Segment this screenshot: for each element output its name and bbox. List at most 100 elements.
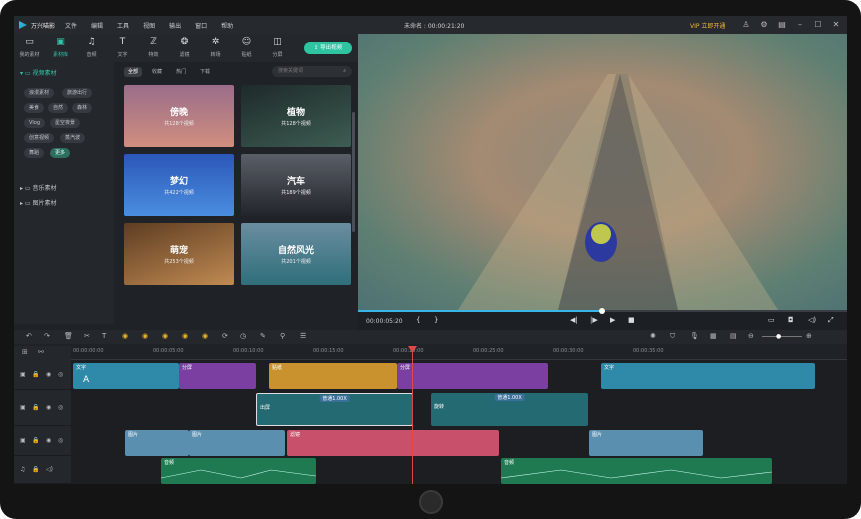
color-icon[interactable]: ◉ [162, 332, 168, 340]
tag-food[interactable]: 美食 [24, 103, 45, 113]
zoom-out-icon[interactable]: ⊖ [748, 332, 754, 340]
subtitle-icon[interactable]: ▤ [730, 332, 737, 340]
tree-image[interactable]: ▸ ▭ 图片素材 [20, 198, 57, 207]
playback-progress[interactable] [358, 308, 847, 314]
menu-file[interactable]: 文件 [65, 21, 77, 30]
tag-romance[interactable]: 浪漫素材 [24, 88, 55, 98]
eye-icon[interactable]: ◎ [58, 371, 63, 378]
tool-filter[interactable]: ❂ 滤镜 [169, 34, 200, 62]
tab-popular[interactable]: 热门 [172, 67, 190, 77]
menu-tools[interactable]: 工具 [117, 21, 129, 30]
snapshot-icon[interactable]: ◘ [788, 316, 794, 324]
tree-music[interactable]: ▸ ▭ 音乐素材 [20, 183, 57, 192]
save-icon[interactable]: ▤ [777, 20, 787, 30]
zoom-slider-knob[interactable]: ● [776, 333, 781, 340]
rotate-icon[interactable]: ⟳ [222, 332, 228, 340]
media-card[interactable]: 梦幻 共422个视频 [124, 154, 234, 216]
zoom-slider[interactable] [762, 336, 802, 337]
tag-starry[interactable]: 星空夜景 [50, 118, 81, 128]
zoom-in-icon[interactable]: ⊕ [806, 332, 812, 340]
volume-icon[interactable]: ◁) [808, 316, 816, 324]
timeline-clip[interactable]: 普通1.00X 出屏 [256, 393, 413, 426]
add-track-icon[interactable]: ⊞ [22, 348, 28, 356]
tag-more[interactable]: 更多 [50, 148, 71, 158]
tool-text[interactable]: T 文字 [107, 34, 138, 62]
search-input[interactable]: 搜索关键词 ⌕ [272, 66, 352, 77]
link-icon[interactable]: ⚯ [38, 348, 44, 356]
tab-downloads[interactable]: 下载 [196, 67, 214, 77]
animation-icon[interactable]: ◉ [182, 332, 188, 340]
mic-icon[interactable]: 🎙 [690, 332, 699, 340]
timeline-clip[interactable]: 音频 [161, 458, 316, 484]
media-card[interactable]: 自然风光 共201个视频 [241, 223, 351, 285]
maximize-icon[interactable]: ☐ [813, 20, 823, 30]
lock-icon[interactable]: 🔒 [32, 437, 39, 444]
tag-forest[interactable]: 森林 [72, 103, 93, 113]
mute-icon[interactable]: ◉ [46, 404, 51, 411]
tool-effects[interactable]: ℤ 特效 [138, 34, 169, 62]
eye-icon[interactable]: ◎ [58, 404, 63, 411]
tool-audio[interactable]: ♫ 音频 [76, 34, 107, 62]
eye-icon[interactable]: ◎ [58, 437, 63, 444]
redo-icon[interactable]: ↷ [44, 332, 50, 340]
menu-edit[interactable]: 编辑 [91, 21, 103, 30]
lock-icon[interactable]: 🔒 [32, 466, 39, 473]
mask-icon[interactable]: ◉ [202, 332, 208, 340]
tool-splitscreen[interactable]: ◫ 分屏 [262, 34, 293, 62]
timeline-clip[interactable]: 普通1.00X 旋转 [431, 393, 588, 426]
tag-vlog[interactable]: Vlog [24, 118, 46, 128]
timeline-clip[interactable]: 分屏 [179, 363, 256, 389]
tag-nature[interactable]: 自然 [48, 103, 69, 113]
crop-icon[interactable]: ◉ [142, 332, 148, 340]
tag-dance[interactable]: 舞蹈 [24, 148, 45, 158]
mute-icon[interactable]: ◉ [46, 371, 51, 378]
play-icon[interactable]: ▶ [610, 316, 615, 324]
settings-icon[interactable]: ⚙ [759, 20, 769, 30]
fullscreen-icon[interactable]: ⤢ [828, 316, 834, 325]
timeline-clip[interactable]: 文字 A [73, 363, 179, 389]
timeline-playhead[interactable] [408, 346, 417, 484]
menu-help[interactable]: 帮助 [221, 21, 233, 30]
prev-frame-icon[interactable]: ◀| [570, 316, 578, 324]
media-scrollbar[interactable] [352, 112, 355, 232]
tool-sticker[interactable]: ☺ 贴纸 [231, 34, 262, 62]
tab-all[interactable]: 全部 [124, 67, 143, 77]
user-icon[interactable]: ♙ [741, 20, 751, 30]
menu-view[interactable]: 视图 [143, 21, 155, 30]
tag-creative[interactable]: 创意视频 [24, 133, 55, 143]
tool-transition[interactable]: ✲ 转场 [200, 34, 231, 62]
timeline-clip[interactable]: 贴纸 [269, 363, 397, 389]
lock-icon[interactable]: 🔒 [32, 371, 39, 378]
audio-edit-icon[interactable]: ⚲ [280, 332, 285, 340]
timeline-clip[interactable]: 图片 [589, 430, 703, 456]
media-card[interactable]: 汽车 共189个视频 [241, 154, 351, 216]
vip-button[interactable]: VIP 立即开通 [690, 21, 725, 30]
adjust-icon[interactable]: ☰ [300, 332, 306, 340]
delete-icon[interactable]: 🗑 [64, 332, 73, 340]
timer-icon[interactable]: ◷ [240, 332, 246, 340]
stop-icon[interactable]: ■ [628, 316, 635, 324]
undo-icon[interactable]: ↶ [26, 332, 32, 340]
close-icon[interactable]: ✕ [831, 20, 841, 30]
menu-window[interactable]: 窗口 [195, 21, 207, 30]
render-icon[interactable]: ✺ [650, 332, 656, 340]
tool-library[interactable]: ▣ 素材库 [45, 34, 76, 62]
tab-favorites[interactable]: 收藏 [148, 67, 166, 77]
home-button[interactable] [419, 490, 443, 514]
media-card[interactable]: 萌宠 共253个视频 [124, 223, 234, 285]
cut-icon[interactable]: ✂ [84, 332, 90, 340]
tag-vaporwave[interactable]: 蒸汽波 [60, 133, 86, 143]
tag-travel[interactable]: 旅游出行 [62, 88, 93, 98]
mark-out-icon[interactable]: } [434, 316, 438, 324]
tree-video[interactable]: ▾ ▭ 视频素材 [20, 68, 57, 77]
tool-my-media[interactable]: ▭ 我的素材 [14, 34, 45, 62]
timeline-clip[interactable]: 图片 [125, 430, 189, 456]
voice-icon[interactable]: ▦ [710, 332, 717, 340]
timeline-clip[interactable]: 图片 [189, 430, 285, 456]
display-icon[interactable]: ▭ [768, 316, 775, 324]
lock-icon[interactable]: 🔒 [32, 404, 39, 411]
media-card[interactable]: 傍晚 共128个视频 [124, 85, 234, 147]
text-tool-icon[interactable]: T [102, 332, 106, 340]
progress-knob[interactable] [599, 308, 605, 314]
volume-icon[interactable]: ◁) [46, 466, 53, 473]
